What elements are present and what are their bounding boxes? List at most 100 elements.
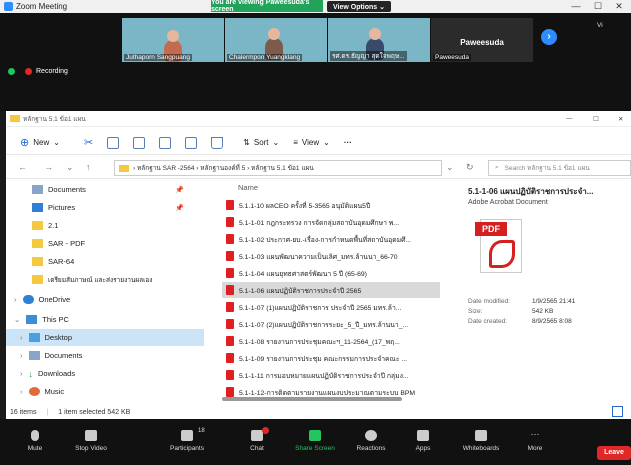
reactions-button[interactable]: Reactions (346, 430, 396, 452)
file-explorer-window: หลักฐาน 5.1 ข้อ1 แผน — ☐ ✕ ⊕ New ⌄ ✂ ⇅ S… (6, 111, 631, 419)
folder-icon (119, 164, 129, 172)
delete-icon[interactable] (211, 136, 224, 149)
file-row[interactable]: 5.1-1-01 กฎกระทรวง การจัดกลุ่มสถาบันอุดม… (222, 214, 440, 230)
documents-icon (28, 351, 40, 360)
chat-button[interactable]: Chat (232, 430, 282, 452)
file-row[interactable]: 5.1.1-10 ผลCEO ครั้งที่ 5-3565 อนุมัติแผ… (222, 197, 440, 213)
cut-icon[interactable]: ✂ (84, 136, 93, 149)
nav-item-folder[interactable]: เตรียมสัมภาษณ์ และส่งรายงานผลเอง (6, 271, 204, 288)
nav-item-documents[interactable]: › Documents (6, 347, 204, 364)
apps-button[interactable]: Apps (398, 430, 448, 452)
pdf-file-icon (226, 336, 234, 346)
breadcrumb-item[interactable]: หลักฐาน SAR -2564 (137, 163, 194, 173)
new-button[interactable]: ⊕ New ⌄ (20, 136, 60, 149)
participants-count-badge: 18 (198, 428, 205, 434)
whiteboards-button[interactable]: Whiteboards (456, 430, 506, 452)
share-screen-label: Share Screen (295, 445, 335, 452)
chevron-right-icon: › (20, 351, 23, 360)
share-screen-icon (309, 430, 321, 441)
nav-item-music[interactable]: › Music (6, 383, 204, 400)
file-row[interactable]: 5.1-1-04 แผนยุทธศาสตร์พัฒนา 5 ปี (65-69) (222, 265, 440, 281)
next-page-arrow-icon[interactable]: › (541, 29, 557, 45)
minimize-button[interactable]: — (566, 0, 586, 13)
refresh-icon[interactable]: ↻ (466, 162, 474, 173)
file-row-selected[interactable]: 5.1-1-06 แผนปฏิบัติราชการประจำปี 2565 (222, 282, 440, 298)
file-row[interactable]: 5.1-1-07 (2)แผนปฏิบัติราชการระยะ_5_ปี_มท… (222, 316, 440, 332)
sort-button[interactable]: ⇅ Sort ⌄ (243, 138, 279, 147)
pdf-file-icon (226, 302, 234, 312)
more-button[interactable]: ··· More (510, 430, 560, 453)
chevron-down-icon[interactable]: ⌄ (66, 162, 74, 173)
explorer-minimize-button[interactable]: — (566, 115, 573, 122)
explorer-maximize-button[interactable]: ☐ (593, 115, 599, 123)
nav-item-desktop[interactable]: › Desktop (6, 329, 204, 346)
meta-label: Size: (468, 308, 483, 315)
nav-item-folder[interactable]: 2.1 (6, 217, 204, 234)
column-header-name[interactable]: Name (238, 183, 258, 192)
file-row[interactable]: 5.1-1-07 (1)แผนปฏิบัติราชการ ประจำปี 256… (222, 299, 440, 315)
more-options-button[interactable]: ··· (344, 138, 352, 147)
stop-video-button[interactable]: Stop Video (66, 430, 116, 452)
file-row[interactable]: 5.1-1-08 รายงานการประชุมคณะฯ_11-2564_(17… (222, 333, 440, 349)
nav-item-onedrive[interactable]: › OneDrive (6, 291, 204, 308)
chevron-right-icon: › (14, 295, 17, 304)
details-view-icon[interactable] (612, 406, 623, 417)
nav-item-pictures[interactable]: Pictures 📌 (6, 199, 204, 216)
nav-item-folder[interactable]: SAR - PDF (6, 235, 204, 252)
file-name: 5.1-1-07 (2)แผนปฏิบัติราชการระยะ_5_ปี_มท… (239, 321, 409, 329)
breadcrumb-item[interactable]: หลักฐาน 5.1 ข้อ1 แผน (251, 163, 314, 173)
file-row[interactable]: 5.1-1-09 รายงานการประชุม คณะกรรมการประจำ… (222, 350, 440, 366)
up-arrow-icon[interactable]: ↑ (86, 162, 91, 172)
share-screen-button[interactable]: Share Screen (290, 430, 340, 452)
address-dropdown-icon[interactable]: ⌄ (446, 162, 454, 173)
address-bar[interactable]: › หลักฐาน SAR -2564 › หลักฐานองค์ที่ 5 ›… (114, 160, 442, 176)
chat-icon (251, 430, 263, 441)
view-button[interactable]: ≡ View ⌄ (293, 138, 330, 147)
copy-icon[interactable] (107, 136, 120, 149)
file-row[interactable]: 5.1-1-03 แผนพัฒนาความเป็นเลิศ_มทร.ล้านนา… (222, 248, 440, 264)
nav-item-downloads[interactable]: › ↓ Downloads (6, 365, 204, 382)
item-count: 16 items (10, 408, 37, 416)
share-icon[interactable] (185, 136, 198, 149)
navigation-pane: Documents 📌 Pictures 📌 2.1 SAR - PDF SAR… (6, 181, 206, 401)
maximize-button[interactable]: ☐ (588, 0, 608, 13)
nav-item-documents[interactable]: Documents 📌 (6, 181, 204, 198)
pdf-document-icon: PDF (475, 219, 522, 273)
view-options-button[interactable]: View Options ⌄ (327, 1, 391, 12)
nav-item-label: Desktop (44, 333, 73, 342)
paste-icon[interactable] (133, 136, 146, 149)
music-icon (28, 387, 40, 396)
reactions-icon (365, 430, 377, 441)
search-input[interactable]: ⌕ Search หลักฐาน 5.1 ข้อ1 แผน (488, 160, 631, 176)
view-corner-label[interactable]: Vi (597, 22, 603, 29)
pdf-file-icon (226, 319, 234, 329)
more-label: More (527, 445, 543, 452)
chevron-down-icon: ⌄ (323, 138, 330, 147)
participant-tile[interactable]: รศ.ดร.ธัญญา สุดใจพฤษ... (328, 18, 430, 62)
participant-tile[interactable]: Paweesuda Paweesuda (431, 18, 533, 62)
desktop-icon (28, 333, 40, 342)
participant-display-name: Paweesuda (460, 38, 504, 47)
close-button[interactable]: ✕ (609, 0, 629, 13)
breadcrumb-item[interactable]: หลักฐานองค์ที่ 5 (200, 163, 245, 173)
participant-tile[interactable]: Juthaporn Sangpuang (122, 18, 224, 62)
back-arrow-icon[interactable]: ← (18, 162, 27, 172)
meta-label: Date modified: (468, 298, 510, 305)
rename-icon[interactable] (159, 136, 172, 149)
file-row[interactable]: 5.1-1-11 การมอบหมายแผนปฏิบัติราชการประจำ… (222, 367, 440, 383)
participant-name: Juthaporn Sangpuang (124, 54, 192, 61)
file-row[interactable]: 5.1-1-02 ประกาศ-ยบ.-เรื่อง-การกำหนดพื้นท… (222, 231, 440, 247)
nav-item-this-pc[interactable]: ⌄ This PC (6, 311, 204, 328)
explorer-close-button[interactable]: ✕ (618, 115, 623, 123)
chat-notification-dot (262, 427, 269, 434)
mute-button[interactable]: Mute (10, 430, 60, 452)
explorer-toolbar: ⊕ New ⌄ ✂ ⇅ Sort ⌄ ≡ View ⌄ ··· (6, 131, 631, 155)
address-bar-row: ← → ⌄ ↑ › หลักฐาน SAR -2564 › หลักฐานองค… (6, 157, 631, 179)
horizontal-scrollbar[interactable] (222, 397, 402, 401)
nav-item-folder[interactable]: SAR-64 (6, 253, 204, 270)
pdf-file-icon (226, 217, 234, 227)
participant-tile[interactable]: Chalermpon Yuangklang (225, 18, 327, 62)
leave-button[interactable]: Leave (597, 446, 631, 460)
participant-name: Chalermpon Yuangklang (227, 54, 303, 61)
forward-arrow-icon[interactable]: → (44, 162, 53, 172)
